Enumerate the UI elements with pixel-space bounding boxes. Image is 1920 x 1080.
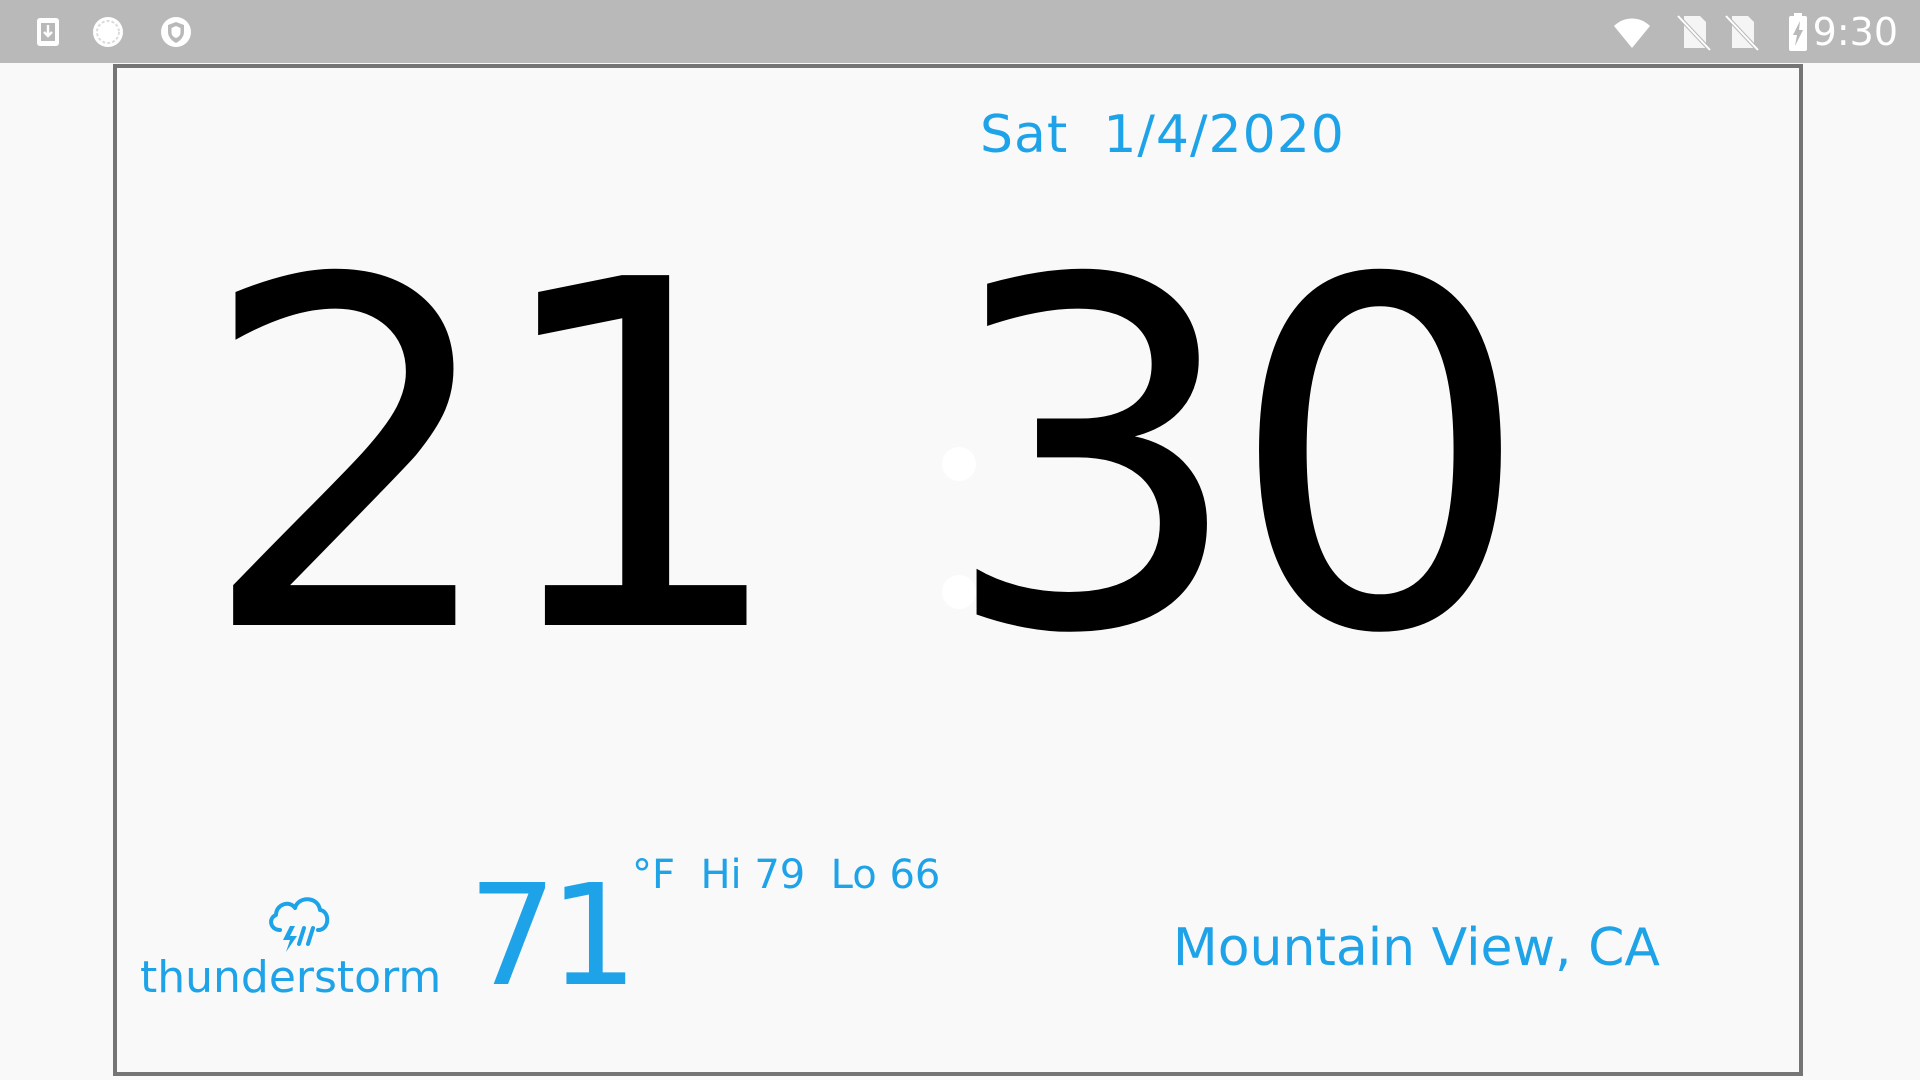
clock-hours: 21 <box>198 180 791 739</box>
location-label: Mountain View, CA <box>1172 918 1660 978</box>
vpn-shield-icon[interactable] <box>158 14 194 50</box>
status-bar-time: 9:30 <box>1812 10 1898 54</box>
weather-condition: thunderstorm <box>140 952 442 1003</box>
status-bar: 9:30 <box>0 0 1920 63</box>
download-notification-icon[interactable] <box>30 14 66 50</box>
clock-minutes: 30 <box>940 180 1533 739</box>
temperature-unit-hi-lo: °F Hi 79 Lo 66 <box>632 852 941 898</box>
loading-spinner-icon[interactable] <box>90 14 126 50</box>
no-sim-2-icon[interactable] <box>1722 12 1762 52</box>
wifi-icon[interactable] <box>1612 12 1652 52</box>
date-label: Sat 1/4/2020 <box>980 105 1345 165</box>
no-sim-icon[interactable] <box>1674 12 1714 52</box>
current-temperature: 71 <box>468 855 638 1018</box>
thunderstorm-icon <box>269 897 330 952</box>
